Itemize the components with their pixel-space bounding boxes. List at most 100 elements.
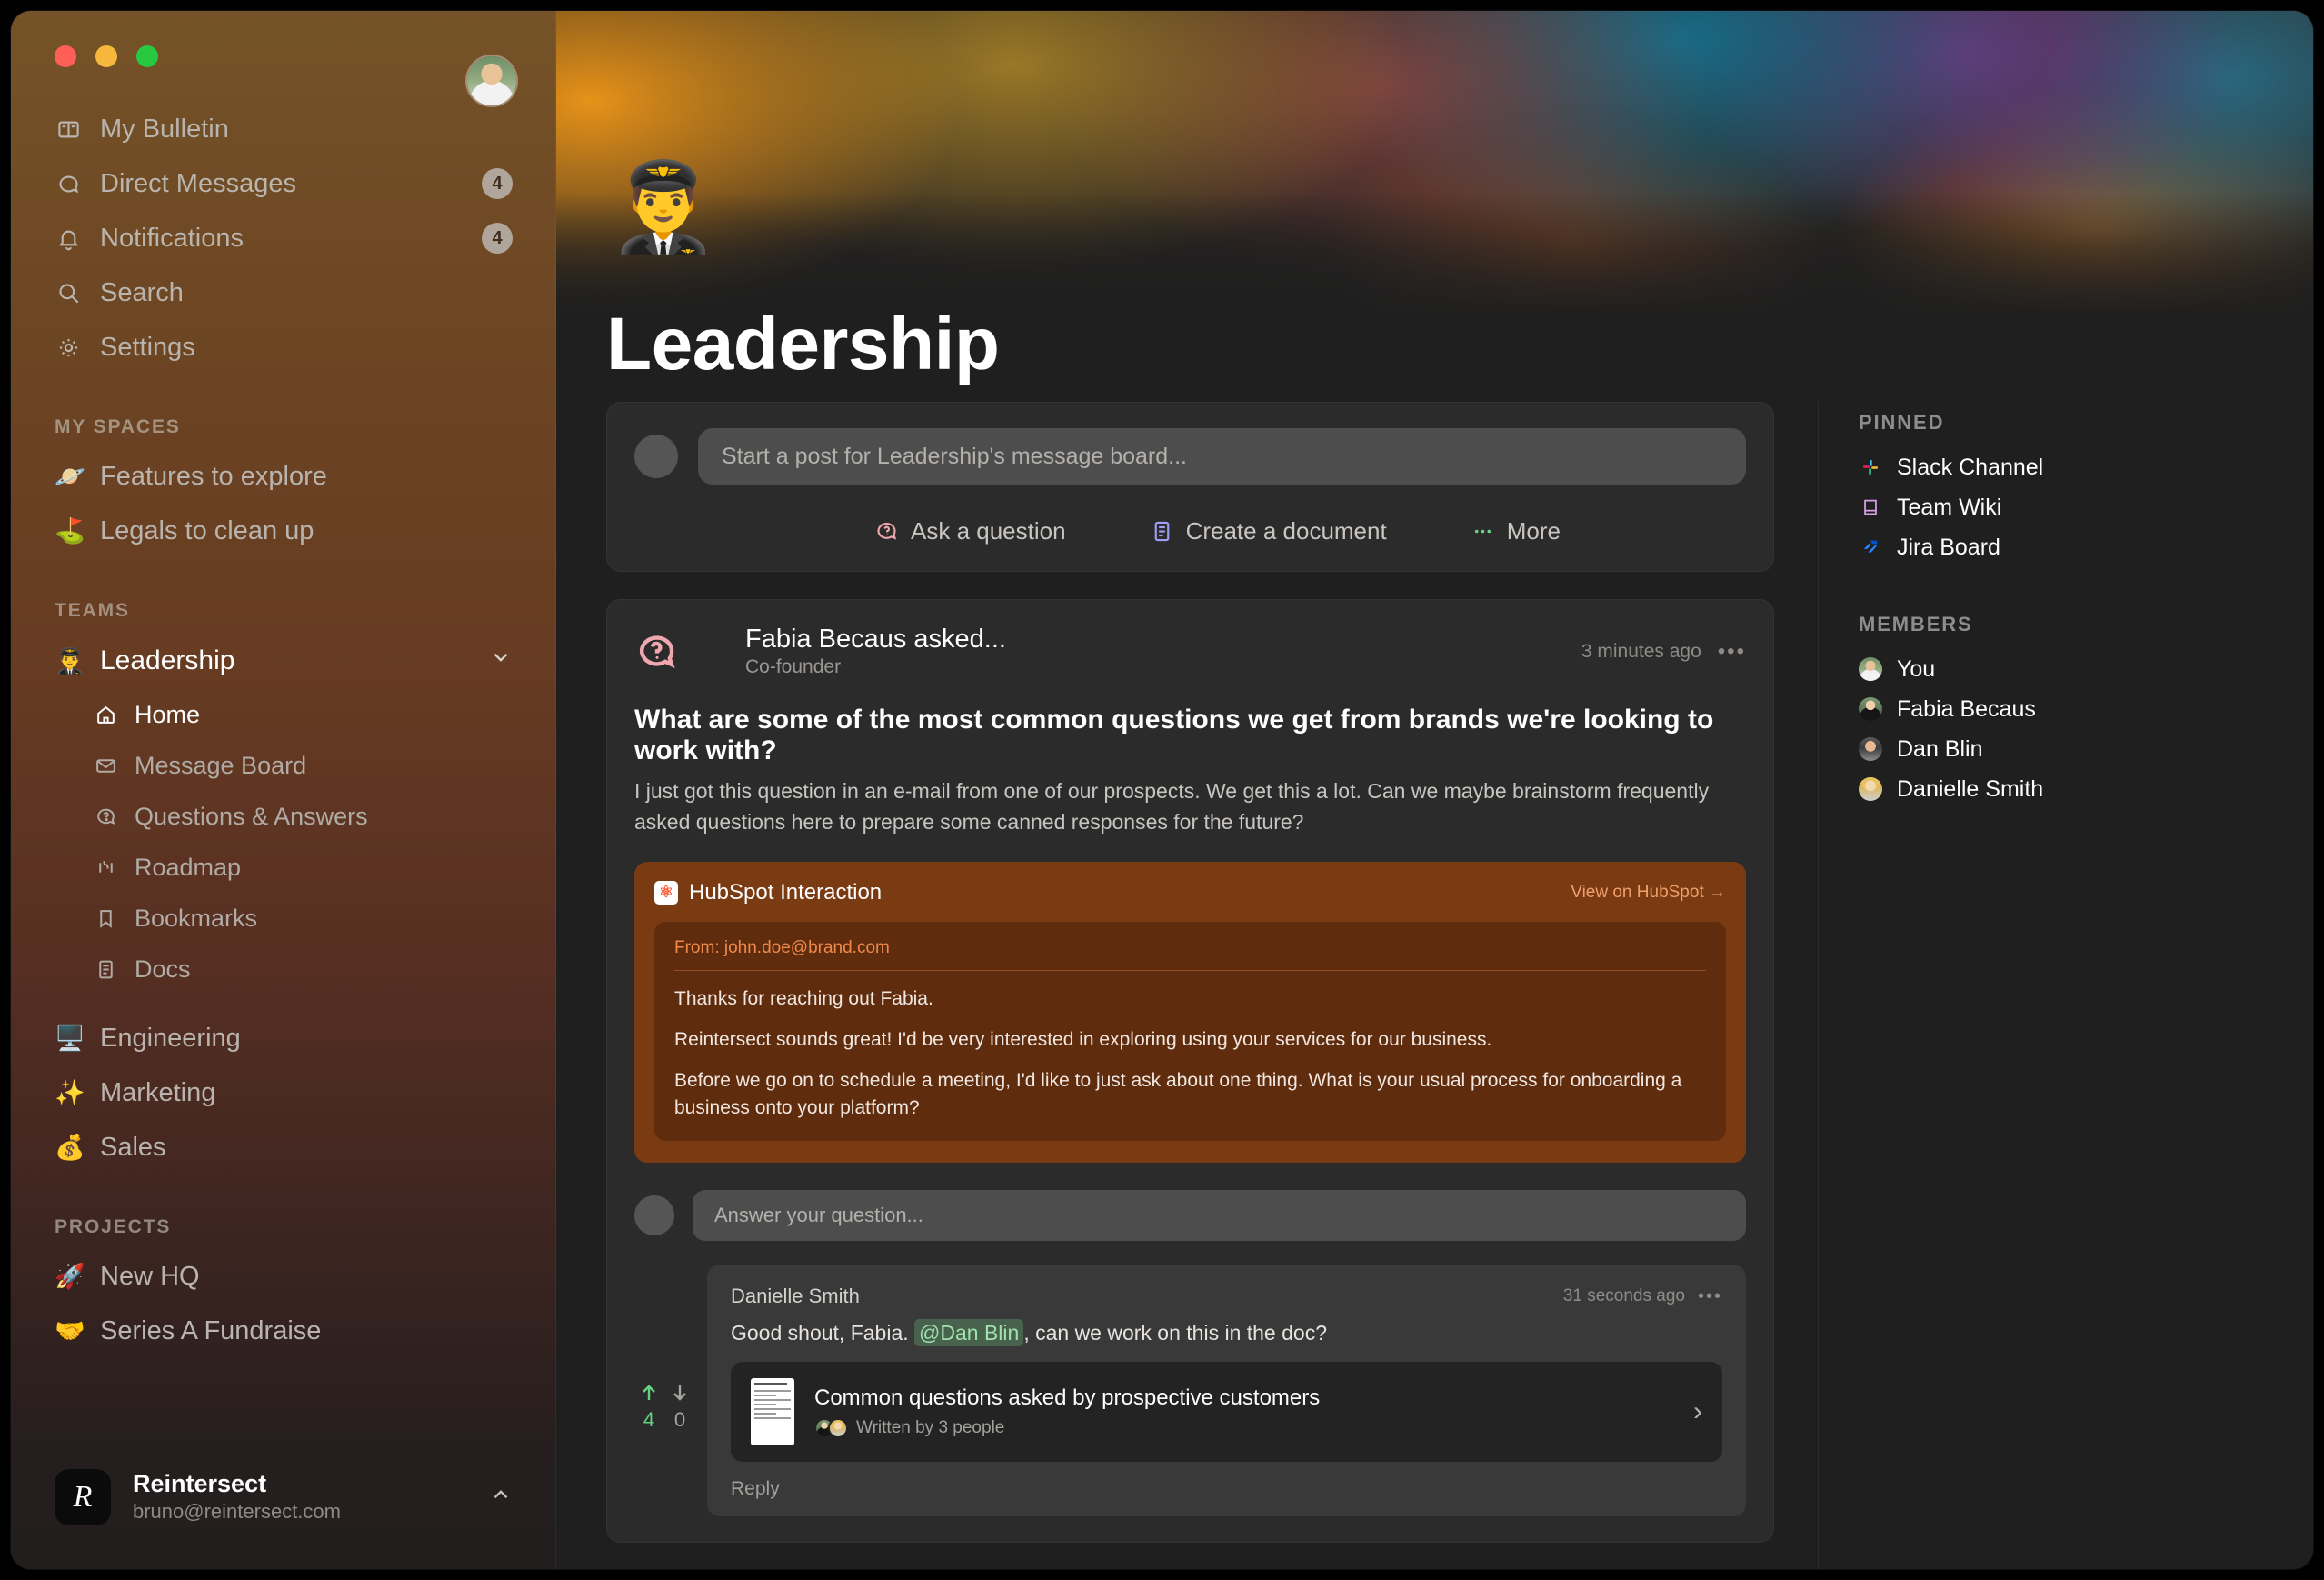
question-bubble-icon	[877, 522, 897, 540]
reply-card: Danielle Smith 31 seconds ago ••• Good s…	[707, 1265, 1746, 1517]
workspace-text: Reintersect bruno@reintersect.com	[133, 1469, 467, 1525]
maximize-button[interactable]	[136, 45, 158, 67]
reply-more-options-icon[interactable]: •••	[1698, 1286, 1722, 1307]
composer-action-label: Ask a question	[911, 517, 1066, 545]
post-more-options-icon[interactable]: •••	[1718, 639, 1746, 665]
page-title: Leadership	[606, 303, 1000, 385]
document-attachment-card[interactable]: Common questions asked by prospective cu…	[731, 1362, 1722, 1463]
author-avatars	[814, 1418, 848, 1439]
member-item-dan-blin[interactable]: Dan Blin	[1859, 729, 2277, 769]
money-bag-icon: 💰	[55, 1134, 85, 1161]
question-bubble-icon	[634, 630, 678, 674]
sidebar-item-roadmap[interactable]: Roadmap	[76, 842, 531, 893]
sidebar-item-questions-and-answers[interactable]: Questions & Answers	[76, 791, 531, 842]
composer-input[interactable]: Start a post for Leadership's message bo…	[698, 428, 1746, 485]
pinned-item-team-wiki[interactable]: Team Wiki	[1859, 487, 2277, 527]
sidebar-item-notifications[interactable]: Notifications 4	[36, 211, 531, 265]
sidebar-item-engineering[interactable]: 🖥️ Engineering	[36, 1011, 531, 1065]
rocket-icon: 🚀	[55, 1263, 85, 1290]
sidebar-item-message-board[interactable]: Message Board	[76, 740, 531, 791]
document-icon	[1154, 521, 1169, 542]
minimize-button[interactable]	[95, 45, 117, 67]
upvote-button[interactable]: 4	[638, 1381, 660, 1432]
member-item-danielle-smith[interactable]: Danielle Smith	[1859, 769, 2277, 809]
reply-button[interactable]: Reply	[731, 1478, 1722, 1500]
desktop-icon: 🖥️	[55, 1025, 85, 1052]
vote-column: 4 0	[634, 1265, 694, 1516]
sparkles-icon: ✨	[55, 1079, 85, 1106]
sidebar-item-docs[interactable]: Docs	[76, 944, 531, 995]
sidebar-item-label: Questions & Answers	[135, 802, 368, 830]
close-button[interactable]	[55, 45, 76, 67]
rail-title-pinned: PINNED	[1859, 411, 1945, 434]
downvote-button[interactable]: 0	[669, 1381, 691, 1432]
document-info: Common questions asked by prospective cu…	[814, 1385, 1673, 1439]
section-title-projects: PROJECTS	[55, 1216, 172, 1237]
avatar[interactable]	[465, 55, 518, 107]
create-a-document-button[interactable]: Create a document	[1108, 512, 1429, 551]
avatar[interactable]	[687, 631, 729, 673]
pinned-item-slack-channel[interactable]: Slack Channel	[1859, 447, 2277, 487]
post-meta: Fabia Becaus asked... Co-founder	[745, 624, 1581, 681]
sidebar-item-new-hq[interactable]: 🚀 New HQ	[36, 1249, 531, 1304]
member-label: Dan Blin	[1897, 735, 1983, 762]
sidebar-item-series-a-fundraise[interactable]: 🤝 Series A Fundraise	[36, 1304, 531, 1358]
reply-text-after: , can we work on this in the doc?	[1023, 1321, 1327, 1345]
post-question: Fabia Becaus asked... Co-founder 3 minut…	[606, 599, 1774, 1544]
member-item-you[interactable]: You	[1859, 649, 2277, 689]
window-controls[interactable]	[55, 45, 158, 67]
avatar	[634, 1195, 674, 1236]
sidebar-item-label: Message Board	[135, 751, 307, 779]
planet-icon: 🪐	[55, 463, 85, 490]
answer-input[interactable]: Answer your question...	[693, 1190, 1746, 1242]
workspace-name: Reintersect	[133, 1469, 267, 1497]
member-label: Fabia Becaus	[1897, 695, 2036, 722]
sidebar-item-label: Search	[100, 277, 184, 307]
post-author: Fabia Becaus asked...	[745, 625, 1006, 654]
sidebar-item-sales[interactable]: 💰 Sales	[36, 1120, 531, 1175]
sidebar-item-search[interactable]: Search	[36, 265, 531, 320]
avatar	[1859, 737, 1882, 761]
workspace-switcher[interactable]: R Reintersect bruno@reintersect.com	[36, 1453, 531, 1542]
arrow-up-icon	[643, 1385, 655, 1401]
sidebar-item-my-bulletin[interactable]: My Bulletin	[36, 102, 531, 156]
sidebar-item-leadership[interactable]: 👨‍✈️ Leadership	[36, 633, 531, 689]
view-on-hubspot-link[interactable]: View on HubSpot →	[1571, 883, 1726, 903]
composer-actions: Ask a question Create a document More	[634, 512, 1746, 551]
reply-timestamp: 31 seconds ago	[1562, 1286, 1685, 1306]
content-row: Start a post for Leadership's message bo…	[556, 402, 2313, 1569]
post-composer: Start a post for Leadership's message bo…	[606, 402, 1774, 572]
chevron-down-icon[interactable]	[489, 645, 513, 676]
sidebar-item-settings[interactable]: Settings	[36, 320, 531, 375]
section-title-my-spaces: MY SPACES	[55, 416, 181, 437]
sidebar-item-bookmarks[interactable]: Bookmarks	[76, 893, 531, 944]
answer-section: Answer your question... 4 0 Danielle Smi…	[634, 1190, 1746, 1517]
envelope-icon	[93, 753, 118, 778]
document-authors: Written by 3 people	[814, 1418, 1673, 1439]
reply-header: Danielle Smith 31 seconds ago •••	[731, 1285, 1722, 1308]
sidebar-item-label: Sales	[100, 1132, 166, 1162]
sidebar-item-direct-messages[interactable]: Direct Messages 4	[36, 156, 531, 211]
ellipsis-icon	[1474, 529, 1491, 534]
sidebar-item-label: Direct Messages	[100, 168, 296, 198]
sidebar-item-label: Features to explore	[100, 461, 327, 491]
document-icon	[93, 956, 118, 982]
member-item-fabia-becaus[interactable]: Fabia Becaus	[1859, 689, 2277, 729]
sidebar-item-label: Home	[135, 700, 201, 728]
sidebar-item-label: Settings	[100, 332, 195, 362]
hubspot-title: HubSpot Interaction	[689, 879, 883, 905]
unread-badge: 4	[482, 168, 513, 199]
sidebar-item-features-to-explore[interactable]: 🪐 Features to explore	[36, 449, 531, 504]
sidebar-item-legals-to-clean-up[interactable]: ⛳ Legals to clean up	[36, 504, 531, 558]
mention-dan-blin[interactable]: @Dan Blin	[914, 1319, 1024, 1347]
ask-a-question-button[interactable]: Ask a question	[833, 512, 1108, 551]
sidebar-item-home[interactable]: Home	[76, 689, 531, 740]
pinned-item-jira-board[interactable]: Jira Board	[1859, 527, 2277, 567]
home-icon	[93, 702, 118, 727]
banner-fade	[556, 193, 2313, 320]
main-content: 👨‍✈️ Leadership Start a post for Leaders…	[556, 11, 2313, 1569]
post-author-role: Co-founder	[745, 656, 842, 678]
chevron-up-icon[interactable]	[489, 1483, 513, 1511]
more-button[interactable]: More	[1429, 512, 1602, 551]
sidebar-item-marketing[interactable]: ✨ Marketing	[36, 1065, 531, 1120]
